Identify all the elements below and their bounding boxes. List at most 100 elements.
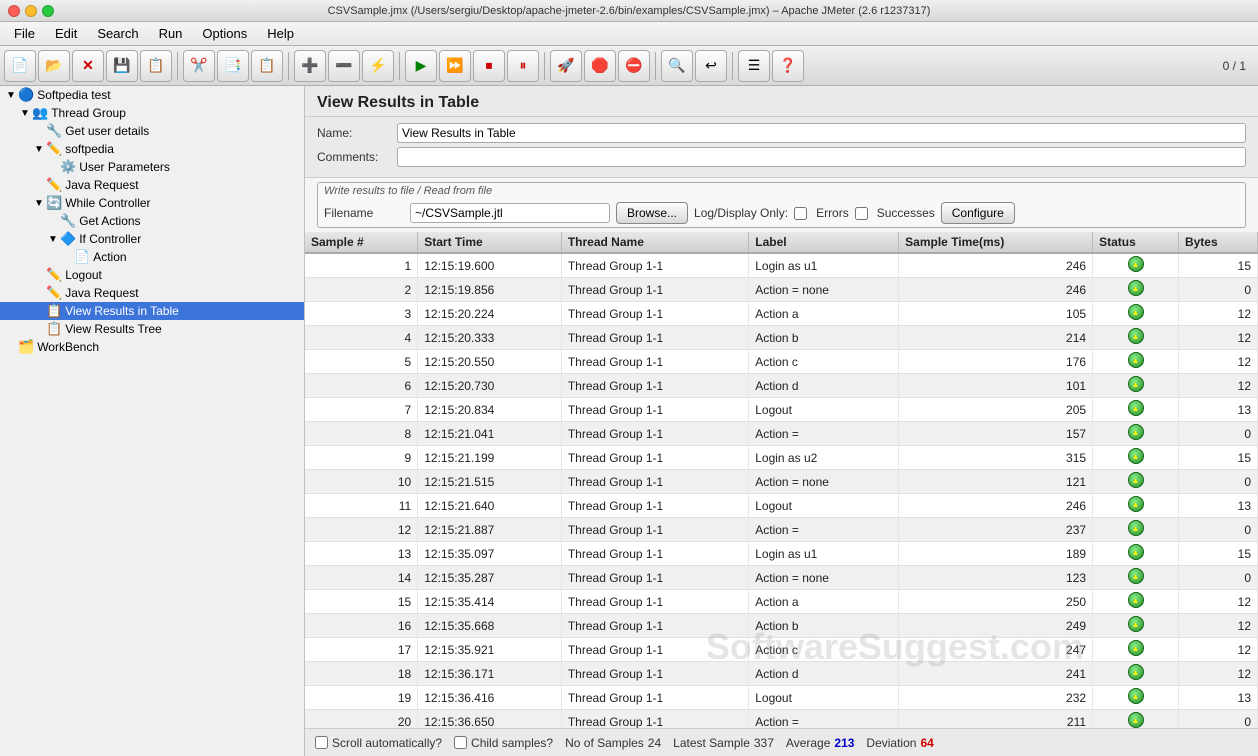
table-row[interactable]: 4 12:15:20.333 Thread Group 1-1 Action b… bbox=[305, 326, 1258, 350]
name-input[interactable] bbox=[397, 123, 1246, 143]
sidebar-item-view-results-in-table[interactable]: 📋 View Results in Table bbox=[0, 302, 304, 320]
table-row[interactable]: 10 12:15:21.515 Thread Group 1-1 Action … bbox=[305, 470, 1258, 494]
toolbar-templates[interactable]: ☰ bbox=[738, 50, 770, 82]
toolbar-paste[interactable]: 📋 bbox=[251, 50, 283, 82]
toolbar-search[interactable]: 🔍 bbox=[661, 50, 693, 82]
sidebar-item-view-results-tree[interactable]: 📋 View Results Tree bbox=[0, 320, 304, 338]
sidebar-item-java-request-1[interactable]: ✏️ Java Request bbox=[0, 176, 304, 194]
toggle-icon bbox=[32, 180, 46, 191]
sidebar-item-get-user-details[interactable]: 🔧 Get user details bbox=[0, 122, 304, 140]
cell-start-time: 12:15:20.730 bbox=[418, 374, 562, 398]
toolbar-help[interactable]: ❓ bbox=[772, 50, 804, 82]
latest-sample-value: 337 bbox=[754, 736, 774, 750]
table-row[interactable]: 16 12:15:35.668 Thread Group 1-1 Action … bbox=[305, 614, 1258, 638]
browse-button[interactable]: Browse... bbox=[616, 202, 688, 224]
toolbar-save[interactable]: 💾 bbox=[106, 50, 138, 82]
table-row[interactable]: 3 12:15:20.224 Thread Group 1-1 Action a… bbox=[305, 302, 1258, 326]
table-row[interactable]: 11 12:15:21.640 Thread Group 1-1 Logout … bbox=[305, 494, 1258, 518]
content-area: View Results in Table Name: Comments: Wr… bbox=[305, 86, 1258, 756]
toolbar-undo[interactable]: ↩ bbox=[695, 50, 727, 82]
sidebar-label: Java Request bbox=[65, 286, 138, 300]
col-label: Label bbox=[749, 232, 899, 253]
toolbar-remove[interactable]: ➖ bbox=[328, 50, 360, 82]
sidebar-item-softpedia[interactable]: ▼ ✏️ softpedia bbox=[0, 140, 304, 158]
table-area: SoftwareSuggest.com Sample # Start Time … bbox=[305, 232, 1258, 728]
menu-options[interactable]: Options bbox=[192, 24, 257, 43]
sidebar-item-action[interactable]: 📄 Action bbox=[0, 248, 304, 266]
cell-sample-time: 205 bbox=[899, 398, 1093, 422]
toolbar-saveas[interactable]: 📋 bbox=[140, 50, 172, 82]
comments-input[interactable] bbox=[397, 147, 1246, 167]
sidebar-item-softpedia-test[interactable]: ▼ 🔵 Softpedia test bbox=[0, 86, 304, 104]
sidebar-item-java-request-2[interactable]: ✏️ Java Request bbox=[0, 284, 304, 302]
toolbar-clear[interactable]: ⚡ bbox=[362, 50, 394, 82]
table-row[interactable]: 12 12:15:21.887 Thread Group 1-1 Action … bbox=[305, 518, 1258, 542]
successes-checkbox[interactable] bbox=[855, 207, 868, 220]
toolbar-close[interactable]: ✕ bbox=[72, 50, 104, 82]
table-row[interactable]: 2 12:15:19.856 Thread Group 1-1 Action =… bbox=[305, 278, 1258, 302]
table-row[interactable]: 8 12:15:21.041 Thread Group 1-1 Action =… bbox=[305, 422, 1258, 446]
table-row[interactable]: 17 12:15:35.921 Thread Group 1-1 Action … bbox=[305, 638, 1258, 662]
cell-bytes: 13 bbox=[1178, 398, 1257, 422]
status-icon bbox=[1128, 688, 1144, 704]
menu-file[interactable]: File bbox=[4, 24, 45, 43]
child-samples-checkbox[interactable] bbox=[454, 736, 467, 749]
table-row[interactable]: 1 12:15:19.600 Thread Group 1-1 Login as… bbox=[305, 253, 1258, 278]
filename-input[interactable] bbox=[410, 203, 610, 223]
toolbar-copy[interactable]: 📑 bbox=[217, 50, 249, 82]
table-row[interactable]: 9 12:15:21.199 Thread Group 1-1 Login as… bbox=[305, 446, 1258, 470]
minimize-button[interactable] bbox=[25, 5, 37, 17]
table-row[interactable]: 5 12:15:20.550 Thread Group 1-1 Action c… bbox=[305, 350, 1258, 374]
table-row[interactable]: 6 12:15:20.730 Thread Group 1-1 Action d… bbox=[305, 374, 1258, 398]
col-sample-time: Sample Time(ms) bbox=[899, 232, 1093, 253]
menu-help[interactable]: Help bbox=[257, 24, 304, 43]
maximize-button[interactable] bbox=[42, 5, 54, 17]
errors-checkbox[interactable] bbox=[794, 207, 807, 220]
menu-edit[interactable]: Edit bbox=[45, 24, 87, 43]
sidebar-item-while-controller[interactable]: ▼ 🔄 While Controller bbox=[0, 194, 304, 212]
sidebar-label: While Controller bbox=[65, 196, 150, 210]
configure-button[interactable]: Configure bbox=[941, 202, 1015, 224]
cell-sample-time: 241 bbox=[899, 662, 1093, 686]
close-button[interactable] bbox=[8, 5, 20, 17]
sidebar-item-workbench[interactable]: 🗂️ WorkBench bbox=[0, 338, 304, 356]
cell-label: Logout bbox=[749, 494, 899, 518]
scroll-auto-checkbox[interactable] bbox=[315, 736, 328, 749]
toolbar-new[interactable]: 📄 bbox=[4, 50, 36, 82]
sidebar-item-get-actions[interactable]: 🔧 Get Actions bbox=[0, 212, 304, 230]
cell-status bbox=[1093, 350, 1179, 374]
toolbar-run[interactable]: ▶ bbox=[405, 50, 437, 82]
toolbar-shutdown[interactable]: ⏸ bbox=[507, 50, 539, 82]
window-controls[interactable] bbox=[8, 5, 54, 17]
cell-label: Login as u2 bbox=[749, 446, 899, 470]
sidebar-item-logout[interactable]: ✏️ Logout bbox=[0, 266, 304, 284]
sidebar-label: Get user details bbox=[65, 124, 149, 138]
table-row[interactable]: 20 12:15:36.650 Thread Group 1-1 Action … bbox=[305, 710, 1258, 729]
toolbar-open[interactable]: 📂 bbox=[38, 50, 70, 82]
toolbar-cut[interactable]: ✂️ bbox=[183, 50, 215, 82]
toggle-icon bbox=[32, 126, 46, 137]
table-row[interactable]: 19 12:15:36.416 Thread Group 1-1 Logout … bbox=[305, 686, 1258, 710]
cell-sample: 2 bbox=[305, 278, 418, 302]
table-row[interactable]: 15 12:15:35.414 Thread Group 1-1 Action … bbox=[305, 590, 1258, 614]
toolbar-stop[interactable]: ⏹ bbox=[473, 50, 505, 82]
toolbar-remote-stop[interactable]: 🛑 bbox=[584, 50, 616, 82]
status-icon bbox=[1128, 304, 1144, 320]
sidebar-label: View Results in Table bbox=[65, 304, 179, 318]
table-row[interactable]: 7 12:15:20.834 Thread Group 1-1 Logout 2… bbox=[305, 398, 1258, 422]
table-row[interactable]: 13 12:15:35.097 Thread Group 1-1 Login a… bbox=[305, 542, 1258, 566]
menu-run[interactable]: Run bbox=[149, 24, 193, 43]
sidebar-item-if-controller[interactable]: ▼ 🔷 If Controller bbox=[0, 230, 304, 248]
cell-sample-time: 315 bbox=[899, 446, 1093, 470]
cell-bytes: 12 bbox=[1178, 614, 1257, 638]
toolbar-run-no-pause[interactable]: ⏩ bbox=[439, 50, 471, 82]
table-row[interactable]: 18 12:15:36.171 Thread Group 1-1 Action … bbox=[305, 662, 1258, 686]
menu-search[interactable]: Search bbox=[87, 24, 148, 43]
toolbar-remote-shutdown[interactable]: ⛔ bbox=[618, 50, 650, 82]
toolbar-remote-start[interactable]: 🚀 bbox=[550, 50, 582, 82]
sidebar-item-thread-group[interactable]: ▼ 👥 Thread Group bbox=[0, 104, 304, 122]
toolbar-add[interactable]: ➕ bbox=[294, 50, 326, 82]
table-row[interactable]: 14 12:15:35.287 Thread Group 1-1 Action … bbox=[305, 566, 1258, 590]
sidebar-item-user-parameters[interactable]: ⚙️ User Parameters bbox=[0, 158, 304, 176]
cell-status bbox=[1093, 686, 1179, 710]
